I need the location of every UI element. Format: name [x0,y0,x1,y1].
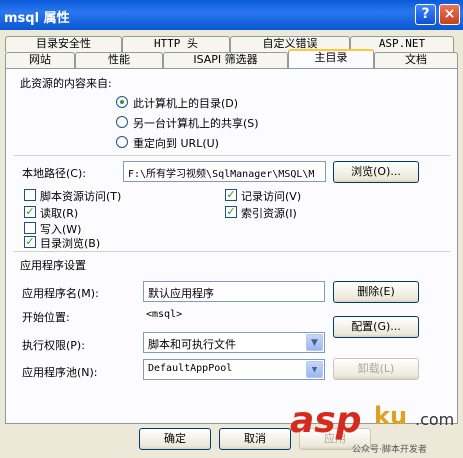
checkbox-log-visits-label[interactable]: 记录访问(V) [241,188,301,204]
app-pool-select[interactable]: DefaultAppPool ▼ [143,359,325,380]
browse-button[interactable]: 浏览(O)... [333,161,419,183]
radio-network-share[interactable] [116,116,128,128]
help-button[interactable]: ? [415,4,436,25]
watermark-logo-ku: ku [374,402,408,430]
start-point-value: <msql> [146,309,183,320]
watermark-logo: asp [290,400,362,441]
start-point-label: 开始位置: [22,311,70,324]
radio-redirect-url-label[interactable]: 重定向到 URL(U) [133,135,219,151]
close-button[interactable]: × [439,4,460,25]
radio-local-directory-label[interactable]: 此计算机上的目录(D) [133,95,238,111]
watermark-subtitle: 公众号·脚本开发者 [352,445,427,455]
tab-http-headers[interactable]: HTTP 头 [122,36,230,52]
radio-network-share-label[interactable]: 另一台计算机上的共享(S) [133,115,259,131]
tab-isapi-filters[interactable]: ISAPI 筛选器 [163,52,288,68]
app-settings-heading: 应用程序设置 [20,259,86,272]
radio-local-directory[interactable] [116,96,128,108]
tab-home-directory[interactable]: 主目录 [288,49,374,68]
window-title: msql 属性 [4,11,70,26]
tab-directory-security[interactable]: 目录安全性 [5,36,122,52]
checkbox-script-source-access[interactable] [24,189,36,201]
chevron-down-icon[interactable]: ▼ [306,361,323,378]
checkbox-log-visits[interactable]: ✓ [225,189,237,201]
execute-permissions-label: 执行权限(P): [22,339,85,352]
local-path-input[interactable]: F:\所有学习视频\SqlManager\MSQL\M [123,161,326,182]
unload-button[interactable]: 卸载(L) [333,358,419,380]
app-name-input[interactable]: 默认应用程序 [143,281,325,302]
app-pool-value: DefaultAppPool [148,363,233,374]
checkbox-index-resource[interactable]: ✓ [225,206,237,218]
tab-website[interactable]: 网站 [5,52,75,68]
title-bar: msql 属性 ? × [0,0,463,30]
checkbox-write[interactable] [24,222,36,234]
cancel-button[interactable]: 取消 [219,428,291,450]
app-pool-label: 应用程序池(N): [22,366,98,379]
divider [14,155,450,156]
execute-permissions-value: 脚本和可执行文件 [148,338,236,351]
chevron-down-icon[interactable]: ▼ [306,334,323,351]
execute-permissions-select[interactable]: 脚本和可执行文件 ▼ [143,332,325,353]
remove-button[interactable]: 删除(E) [333,281,419,303]
checkbox-index-resource-label[interactable]: 索引资源(I) [241,205,297,221]
radio-redirect-url[interactable] [116,136,128,148]
checkbox-read[interactable]: ✓ [24,206,36,218]
tab-performance[interactable]: 性能 [75,52,163,68]
ok-button[interactable]: 确定 [139,428,211,450]
content-source-label: 此资源的内容来自: [20,77,112,90]
app-name-label: 应用程序名(M): [22,287,99,300]
tab-documents[interactable]: 文档 [374,52,458,68]
configuration-button[interactable]: 配置(G)... [333,316,419,338]
local-path-label: 本地路径(C): [22,167,86,180]
checkbox-directory-browsing-label[interactable]: 目录浏览(B) [40,235,100,251]
watermark-site: .com [415,410,455,429]
home-directory-panel: 此资源的内容来自: 此计算机上的目录(D) 另一台计算机上的共享(S) 重定向到… [5,68,458,424]
checkbox-script-source-access-label[interactable]: 脚本资源访问(T) [40,188,121,204]
checkbox-read-label[interactable]: 读取(R) [40,205,78,221]
checkbox-directory-browsing[interactable]: ✓ [24,236,36,248]
divider [14,251,450,252]
